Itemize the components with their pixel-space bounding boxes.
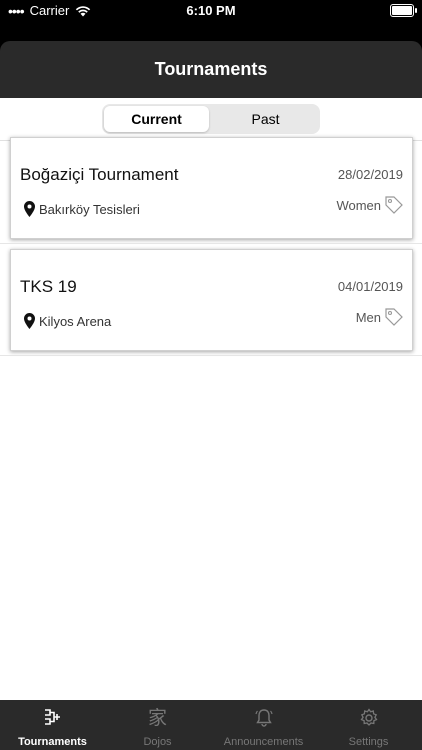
tab-label: Announcements	[223, 736, 304, 748]
bell-icon	[254, 709, 273, 727]
tournament-date: 04/01/2019	[337, 279, 403, 294]
gear-icon	[360, 708, 377, 726]
bracket-icon	[44, 709, 60, 725]
tournament-category: Women	[336, 195, 404, 215]
tournament-list-screen: Current Past Boğaziçi Tournament 28/02/2…	[0, 98, 422, 700]
category-label: Women	[336, 197, 381, 213]
tab-label: Settings	[348, 736, 389, 748]
row-separator	[0, 243, 422, 244]
tab-tournaments[interactable]: Tournaments	[0, 700, 105, 750]
tournament-location: Kilyos Arena	[24, 313, 111, 329]
tournament-card[interactable]: TKS 19 04/01/2019 Kilyos Arena Men	[10, 249, 413, 351]
tag-icon	[385, 308, 403, 326]
tag-icon	[385, 196, 403, 214]
status-bar: •••• Carrier 6:10 PM	[0, 0, 422, 22]
tournament-location: Bakırköy Tesisleri	[24, 201, 140, 217]
segment-current[interactable]: Current	[104, 106, 209, 132]
house-kanji-icon: 家	[147, 708, 167, 729]
segmented-control: Current Past	[102, 104, 320, 134]
location-pin-icon	[24, 313, 35, 329]
category-label: Men	[355, 309, 381, 325]
row-separator	[0, 355, 422, 356]
tab-announcements[interactable]: Announcements	[211, 700, 316, 750]
tab-settings[interactable]: Settings	[316, 700, 421, 750]
segment-past[interactable]: Past	[213, 106, 318, 132]
tab-label: Dojos	[143, 736, 172, 748]
tournament-name: TKS 19	[20, 277, 77, 296]
tab-bar: Tournaments 家 Dojos Announcements Settin…	[0, 700, 422, 750]
tab-dojos[interactable]: 家 Dojos	[105, 700, 210, 750]
tournament-card[interactable]: Boğaziçi Tournament 28/02/2019 Bakırköy …	[10, 137, 413, 239]
nav-header: Tournaments	[0, 41, 422, 98]
location-pin-icon	[24, 201, 35, 217]
location-label: Kilyos Arena	[39, 313, 112, 329]
tournament-category: Men	[356, 307, 404, 327]
tournament-date: 28/02/2019	[337, 167, 403, 182]
page-title: Tournaments	[154, 59, 268, 79]
tournament-name: Boğaziçi Tournament	[20, 165, 179, 184]
tab-label: Tournaments	[18, 736, 87, 748]
battery-icon	[390, 4, 417, 17]
location-label: Bakırköy Tesisleri	[39, 201, 140, 217]
status-time: 6:10 PM	[186, 3, 236, 18]
